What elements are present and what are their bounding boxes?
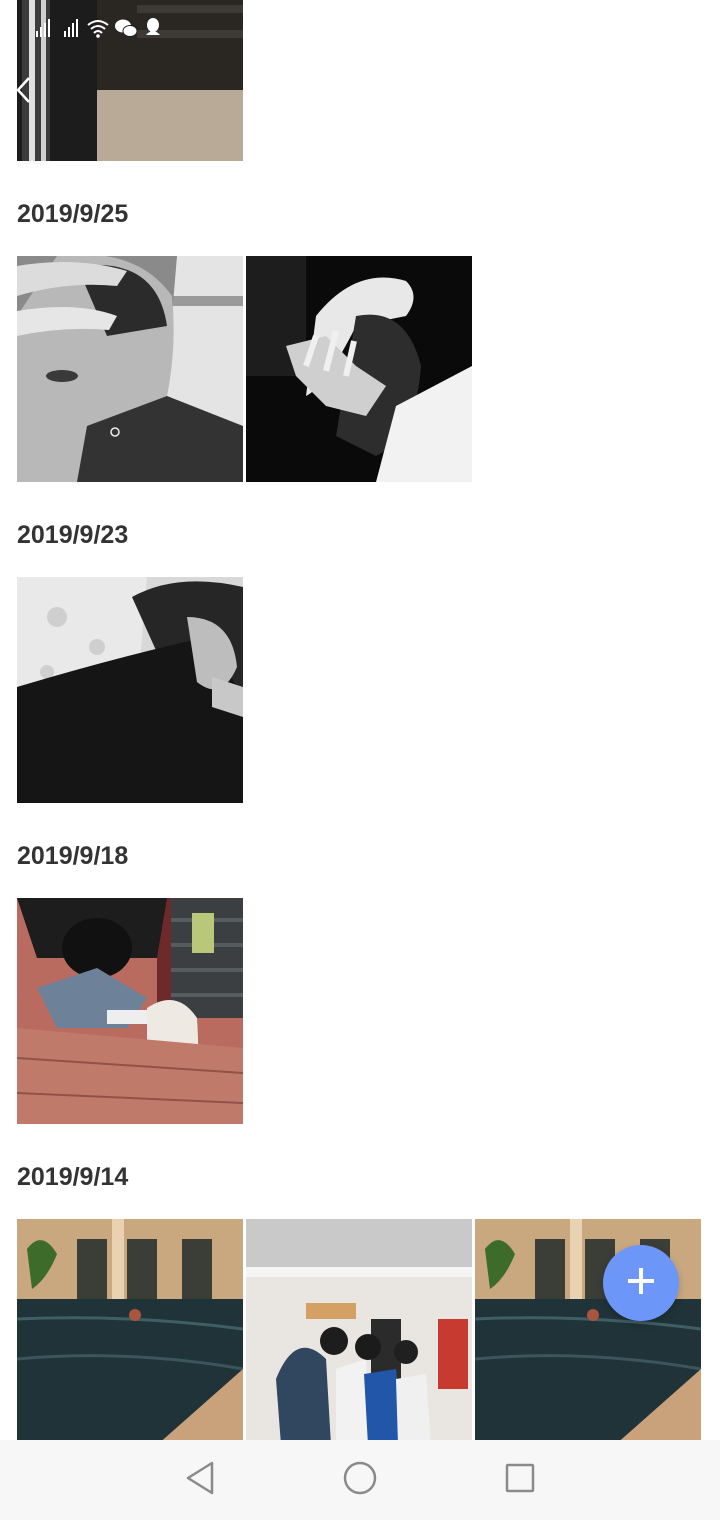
photo-thumbnail[interactable] <box>475 1219 701 1445</box>
photo-thumbnail[interactable] <box>17 577 243 803</box>
home-circle-icon <box>342 1460 378 1500</box>
back-triangle-icon <box>184 1460 216 1500</box>
qq-icon <box>142 17 164 39</box>
chevron-left-icon <box>14 75 32 109</box>
photo-timeline-screen: 2019/9/25 2019/9/23 2019/9/18 2019/9/14 <box>0 0 720 1520</box>
date-header: 2019/9/25 <box>17 200 129 228</box>
wifi-icon <box>86 17 109 39</box>
photo-thumbnail[interactable] <box>246 256 472 482</box>
photo-thumbnail[interactable] <box>17 1219 243 1445</box>
plus-icon <box>625 1265 657 1301</box>
date-header: 2019/9/18 <box>17 842 129 870</box>
system-back-button[interactable] <box>178 1458 222 1502</box>
date-header: 2019/9/23 <box>17 521 129 549</box>
system-recents-button[interactable] <box>498 1458 542 1502</box>
photo-thumbnail[interactable] <box>17 898 243 1124</box>
recents-square-icon <box>504 1462 536 1498</box>
photo-thumbnail[interactable] <box>246 1219 472 1445</box>
photo-thumbnail[interactable] <box>17 256 243 482</box>
wechat-icon <box>114 17 138 39</box>
signal-3g-icon <box>58 17 80 39</box>
system-navigation-bar <box>0 1440 720 1520</box>
add-photo-button[interactable] <box>603 1245 679 1321</box>
signal-3g-icon <box>30 17 52 39</box>
date-header: 2019/9/14 <box>17 1163 129 1191</box>
back-button[interactable] <box>8 72 38 112</box>
system-home-button[interactable] <box>338 1458 382 1502</box>
status-bar <box>30 10 164 46</box>
